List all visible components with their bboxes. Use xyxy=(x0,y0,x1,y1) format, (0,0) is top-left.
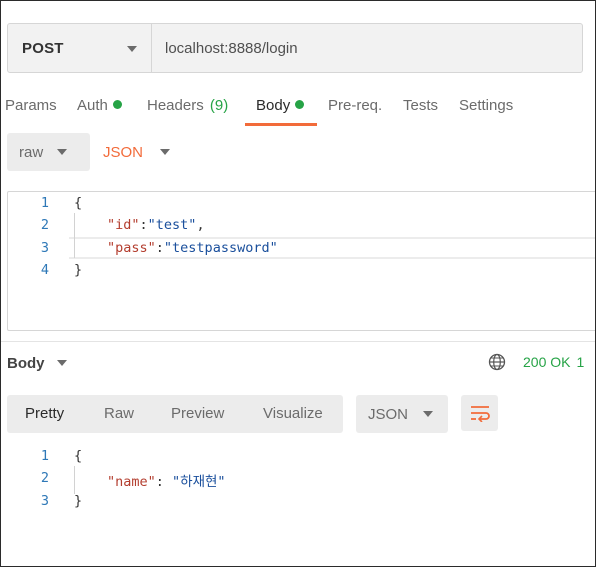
method-select[interactable]: POST xyxy=(8,24,152,72)
line-number: 1 xyxy=(40,195,49,211)
headers-count-badge: (9) xyxy=(209,97,229,114)
line-number: 1 xyxy=(40,448,49,464)
json-key: "name" xyxy=(107,474,156,490)
view-raw-button[interactable]: Raw xyxy=(104,395,134,433)
tab-params-label: Params xyxy=(5,97,57,114)
json-value: "하재현" xyxy=(172,474,226,490)
json-value: "test" xyxy=(147,217,197,233)
tab-tests[interactable]: Tests xyxy=(403,93,438,121)
tab-body-label: Body xyxy=(256,97,291,114)
chevron-down-icon xyxy=(127,46,137,52)
line-number: 4 xyxy=(40,262,49,278)
wrap-lines-button[interactable] xyxy=(461,395,498,431)
code-line: "name": "하재현" xyxy=(107,470,226,490)
line-number: 3 xyxy=(40,240,49,256)
chevron-down-icon xyxy=(56,360,67,366)
status-dot-icon xyxy=(295,100,305,109)
tab-auth-label: Auth xyxy=(77,97,108,114)
tab-headers[interactable]: Headers (9) xyxy=(147,93,228,121)
json-value: "testpassword" xyxy=(163,240,278,256)
code-line: "id":"test", xyxy=(107,217,205,233)
tab-tests-label: Tests xyxy=(403,97,439,114)
open-brace: { xyxy=(74,448,83,464)
response-view-modes: Pretty Raw Preview Visualize xyxy=(7,395,343,433)
tab-params[interactable]: Params xyxy=(5,93,57,121)
active-tab-indicator xyxy=(245,123,317,126)
json-key: "id" xyxy=(107,217,140,233)
code-line: { xyxy=(74,448,82,464)
body-mode-label: raw xyxy=(19,143,44,161)
chevron-down-icon xyxy=(57,149,68,155)
globe-icon[interactable] xyxy=(488,353,506,371)
chevron-down-icon xyxy=(423,411,434,417)
request-bar: POST localhost:8888/login xyxy=(7,23,583,73)
close-brace: } xyxy=(74,262,83,278)
tab-auth[interactable]: Auth xyxy=(77,93,122,121)
method-label: POST xyxy=(22,39,64,57)
chevron-down-icon xyxy=(160,149,171,155)
line-number: 2 xyxy=(40,470,49,486)
view-visualize-button[interactable]: Visualize xyxy=(263,395,323,433)
code-line: { xyxy=(74,195,82,211)
wrap-lines-icon xyxy=(470,406,490,422)
tab-prereq-label: Pre-req. xyxy=(328,97,383,114)
tab-settings[interactable]: Settings xyxy=(459,93,513,121)
status-code: 200 OK xyxy=(523,354,571,370)
code-line: "pass":"testpassword" xyxy=(107,240,278,256)
close-brace: } xyxy=(74,493,83,509)
view-preview-button[interactable]: Preview xyxy=(171,395,224,433)
code-line: } xyxy=(74,262,82,278)
indent-guide xyxy=(74,466,75,494)
section-divider xyxy=(1,341,595,342)
body-language-select[interactable]: JSON xyxy=(103,133,171,171)
view-pretty-button[interactable]: Pretty xyxy=(25,395,64,433)
json-separator: : xyxy=(155,474,173,490)
code-line: } xyxy=(74,493,82,509)
response-status[interactable]: 200 OK 1 xyxy=(523,353,584,371)
json-separator: : xyxy=(155,240,164,256)
line-number: 2 xyxy=(40,217,49,233)
response-title: Body xyxy=(7,354,45,372)
tab-headers-label: Headers xyxy=(147,97,204,114)
response-section-toggle[interactable]: Body xyxy=(7,352,67,374)
open-brace: { xyxy=(74,195,83,211)
postman-window: POST localhost:8888/login Params Auth He… xyxy=(0,0,596,567)
json-separator: : xyxy=(139,217,148,233)
indent-guide xyxy=(74,213,75,258)
tab-prereq[interactable]: Pre-req. xyxy=(328,93,382,121)
body-language-label: JSON xyxy=(103,143,144,161)
tab-settings-label: Settings xyxy=(459,97,514,114)
body-mode-select[interactable]: raw xyxy=(7,133,90,171)
request-body-editor[interactable] xyxy=(7,191,595,331)
status-dot-icon xyxy=(112,100,122,109)
response-format-select[interactable]: JSON xyxy=(356,395,448,433)
response-format-label: JSON xyxy=(368,405,409,423)
line-number: 3 xyxy=(40,493,49,509)
response-time: 1 xyxy=(576,354,585,370)
json-comma: , xyxy=(196,217,205,233)
json-key: "pass" xyxy=(107,240,156,256)
url-input[interactable]: localhost:8888/login xyxy=(152,24,582,72)
tab-body[interactable]: Body xyxy=(256,93,305,121)
